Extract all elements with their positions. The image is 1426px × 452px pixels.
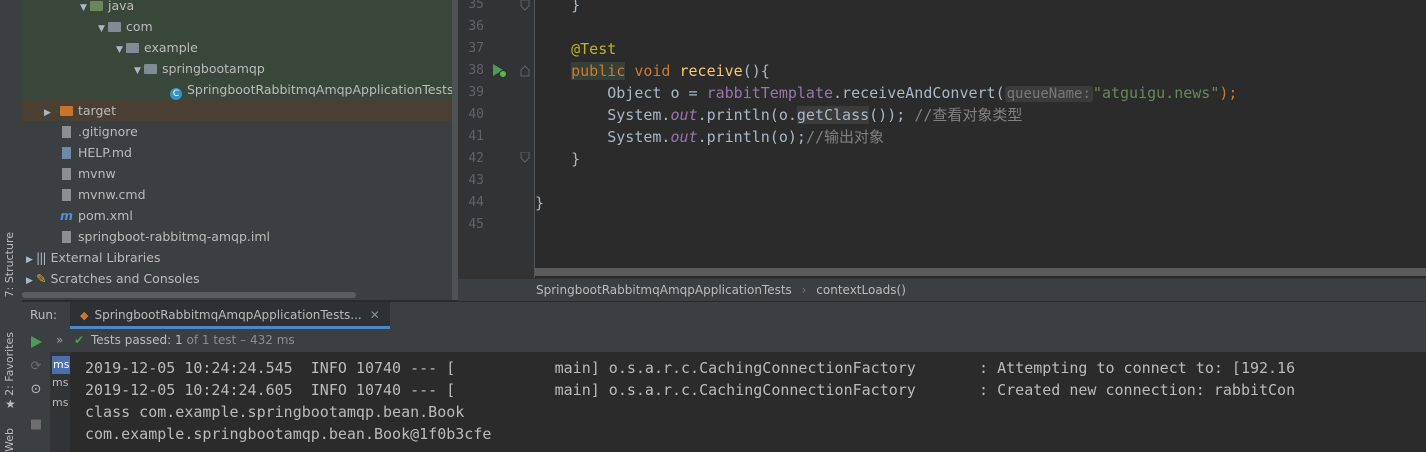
test-class-icon: C bbox=[170, 88, 182, 100]
file-icon bbox=[62, 168, 71, 180]
code-line-41: System.out.println(o);//输出对象 bbox=[535, 128, 884, 146]
web-tool-button[interactable]: Web bbox=[3, 428, 16, 452]
toggle-auto-test-icon[interactable]: ⊙ bbox=[28, 382, 44, 398]
package-icon bbox=[144, 64, 157, 74]
tree-item-iml[interactable]: springboot-rabbitmq-amqp.iml bbox=[22, 226, 270, 247]
run-tab[interactable]: ◆ SpringbootRabbitmqAmqpApplicationTests.… bbox=[70, 302, 390, 329]
scrollbar-thumb[interactable] bbox=[535, 268, 1426, 276]
code-line-35: } bbox=[535, 0, 581, 14]
line-number: 39 bbox=[468, 85, 484, 100]
line-number: 35 bbox=[468, 0, 484, 12]
tree-horizontal-scrollbar[interactable] bbox=[22, 292, 356, 298]
markdown-icon bbox=[62, 147, 71, 159]
test-status-bar: » ✔ Tests passed: 1 of 1 test – 432 ms bbox=[22, 329, 1426, 353]
iml-file-icon bbox=[62, 231, 71, 243]
breadcrumb: SpringbootRabbitmqAmqpApplicationTests ›… bbox=[458, 278, 1426, 301]
run-icon[interactable] bbox=[28, 334, 44, 350]
duration-column: ms ms ms bbox=[50, 352, 71, 452]
tree-item-test-class[interactable]: C SpringbootRabbitmqAmqpApplicationTests bbox=[22, 79, 452, 100]
tree-item-target[interactable]: ▶ target bbox=[22, 100, 452, 121]
tree-item-com[interactable]: ▼ com bbox=[22, 16, 452, 37]
tree-item-scratches[interactable]: ▶ ✎ Scratches and Consoles bbox=[22, 268, 200, 289]
line-number: 41 bbox=[468, 129, 484, 144]
star-icon: ★ bbox=[5, 397, 16, 411]
editor-gutter: 35 36 37 38 39 40 41 42 43 44 45 bbox=[458, 0, 535, 280]
tree-item-pom-xml[interactable]: m pom.xml bbox=[22, 205, 133, 226]
console-line: class com.example.springbootamqp.bean.Bo… bbox=[85, 403, 465, 421]
line-number: 36 bbox=[468, 19, 484, 34]
duration-label: ms bbox=[52, 376, 69, 389]
maven-icon: m bbox=[60, 208, 74, 223]
breadcrumb-separator-icon: › bbox=[801, 283, 807, 297]
console-line: 2019-12-05 10:24:24.545 INFO 10740 --- [… bbox=[85, 359, 1296, 377]
code-line-38: public void receive(){ bbox=[571, 62, 770, 80]
expand-icon[interactable]: » bbox=[56, 329, 63, 352]
test-status-text: Tests passed: 1 of 1 test – 432 ms bbox=[91, 333, 295, 347]
tree-item-gitignore[interactable]: .gitignore bbox=[22, 121, 138, 142]
file-icon bbox=[62, 189, 71, 201]
line-number: 42 bbox=[468, 151, 484, 166]
code-line-44: } bbox=[535, 194, 545, 212]
folder-green-icon bbox=[90, 1, 103, 11]
line-number: 45 bbox=[468, 217, 484, 232]
tree-item-java[interactable]: ▼ java bbox=[22, 0, 452, 16]
tree-item-help-md[interactable]: HELP.md bbox=[22, 142, 132, 163]
run-test-icon[interactable] bbox=[490, 62, 508, 78]
package-icon bbox=[126, 43, 139, 53]
run-label: Run: bbox=[30, 308, 58, 322]
close-icon[interactable]: ✕ bbox=[370, 308, 380, 322]
tool-window-stripe: 7: Structure 2: Favorites ★ Web bbox=[0, 0, 23, 452]
check-icon: ✔ bbox=[74, 333, 85, 347]
run-panel-header: Run: ◆ SpringbootRabbitmqAmqpApplicationT… bbox=[22, 301, 1426, 329]
project-tree: ▼ java ▼ com ▼ example ▼ springbootamqp C Spr… bbox=[22, 0, 452, 300]
editor-horizontal-scrollbar[interactable] bbox=[535, 268, 1426, 276]
line-number: 37 bbox=[468, 41, 484, 56]
tree-item-external-libraries[interactable]: ▶ ||| External Libraries bbox=[22, 247, 160, 268]
libraries-icon: ||| bbox=[36, 250, 47, 265]
fold-marker-icon[interactable] bbox=[520, 152, 530, 164]
package-icon bbox=[108, 22, 121, 32]
duration-label: ms bbox=[52, 356, 71, 374]
line-number: 38 bbox=[468, 63, 484, 78]
breadcrumb-method[interactable]: contextLoads() bbox=[816, 283, 906, 297]
code-line-39: Object o = rabbitTemplate.receiveAndConv… bbox=[535, 84, 1238, 102]
file-icon bbox=[62, 126, 71, 138]
line-number: 40 bbox=[468, 107, 484, 122]
collapse-arrow-icon[interactable]: ▶ bbox=[26, 271, 36, 292]
code-line-37: @Test bbox=[571, 40, 617, 58]
parameter-hint: queueName: bbox=[1004, 86, 1093, 102]
run-toolbar: ▶ ⟳ ⊙ ■ bbox=[22, 334, 50, 452]
tree-item-springbootamqp[interactable]: ▼ springbootamqp bbox=[22, 58, 452, 79]
stop-icon[interactable]: ■ bbox=[28, 417, 44, 433]
tree-item-example[interactable]: ▼ example bbox=[22, 37, 452, 58]
tree-item-mvnw[interactable]: mvnw bbox=[22, 163, 116, 184]
line-number: 43 bbox=[468, 173, 484, 188]
line-number: 44 bbox=[468, 195, 484, 210]
run-config-icon: ◆ bbox=[80, 309, 89, 322]
console-line: com.example.springbootamqp.bean.Book@1f0… bbox=[85, 425, 492, 443]
scratches-icon: ✎ bbox=[36, 271, 47, 286]
fold-marker-icon[interactable] bbox=[520, 65, 530, 77]
code-editor[interactable]: } @Test public void receive(){ Object o … bbox=[535, 0, 1426, 270]
console-output[interactable]: 2019-12-05 10:24:24.545 INFO 10740 --- [… bbox=[72, 352, 1426, 452]
favorites-tool-button[interactable]: 2: Favorites bbox=[3, 332, 16, 396]
console-line: 2019-12-05 10:24:24.605 INFO 10740 --- [… bbox=[85, 381, 1296, 399]
breadcrumb-class[interactable]: SpringbootRabbitmqAmqpApplicationTests bbox=[536, 283, 792, 297]
structure-tool-button[interactable]: 7: Structure bbox=[3, 232, 16, 297]
fold-marker-icon[interactable] bbox=[520, 0, 530, 12]
tree-item-mvnw-cmd[interactable]: mvnw.cmd bbox=[22, 184, 146, 205]
folder-orange-icon bbox=[60, 106, 73, 116]
code-line-42: } bbox=[535, 150, 581, 168]
duration-label: ms bbox=[52, 396, 69, 409]
rerun-failed-icon[interactable]: ⟳ bbox=[28, 359, 44, 375]
code-line-40: System.out.println(o.getClass()); //查看对象… bbox=[535, 106, 1023, 124]
